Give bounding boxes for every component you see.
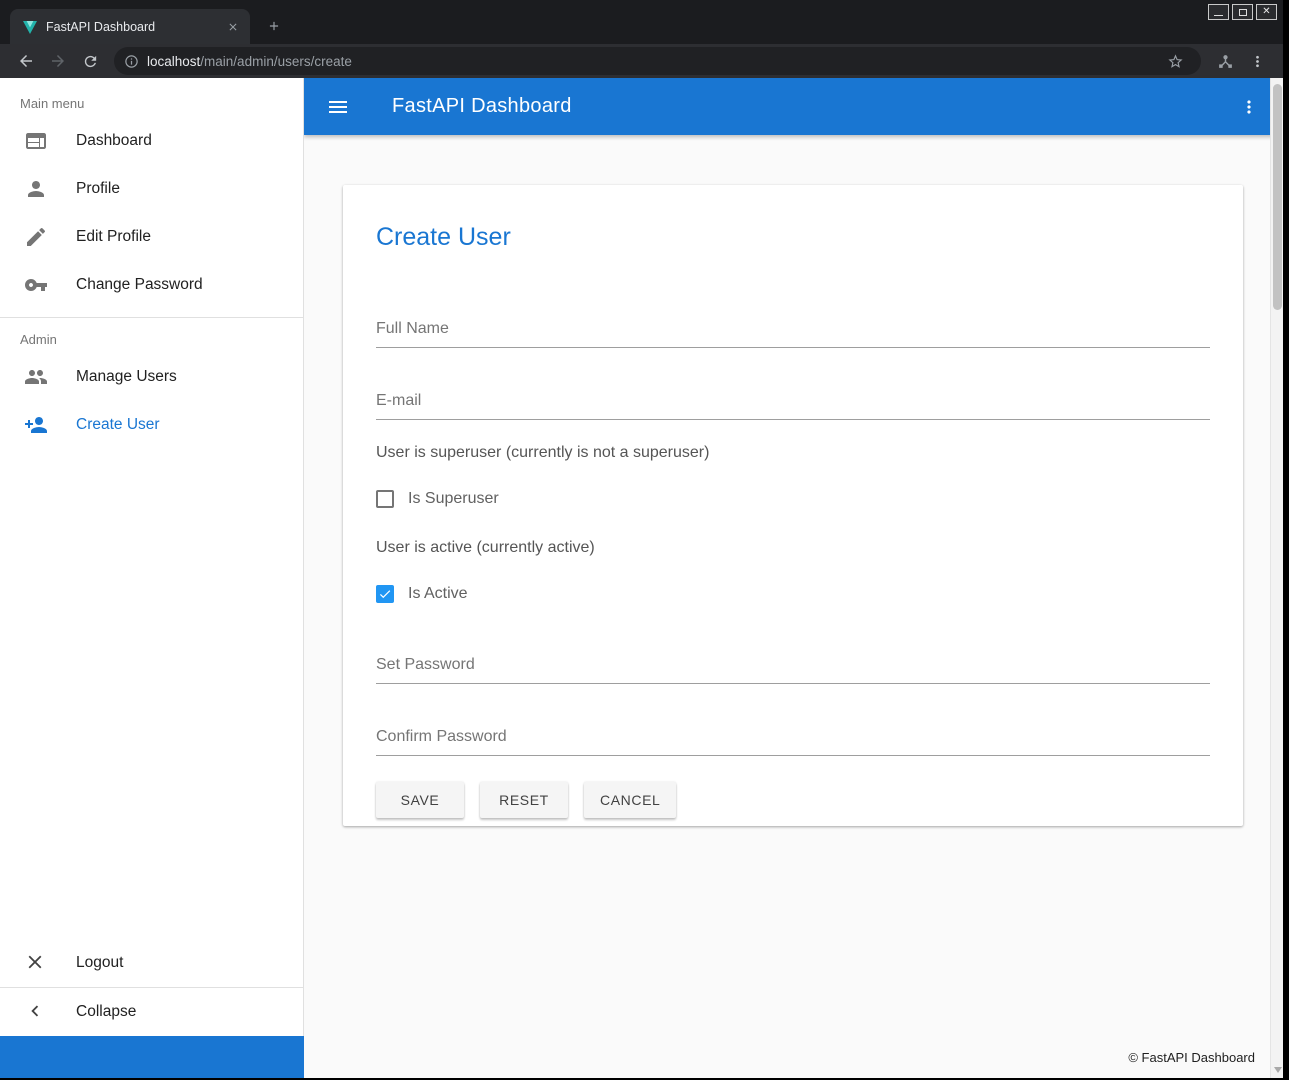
page-footer: © FastAPI Dashboard bbox=[0, 1036, 1283, 1078]
browser-menu-icon[interactable] bbox=[1243, 47, 1271, 75]
sidebar-item-label: Collapse bbox=[76, 1003, 136, 1021]
close-window-button[interactable]: ✕ bbox=[1256, 4, 1277, 20]
sidebar-section-main-menu: Main menu bbox=[0, 78, 303, 117]
dashboard-icon bbox=[24, 129, 48, 153]
browser-toolbar: localhost/main/admin/users/create bbox=[0, 44, 1283, 78]
sidebar-item-label: Edit Profile bbox=[76, 228, 151, 246]
superuser-checkbox-label: Is Superuser bbox=[408, 490, 499, 508]
sidebar: Main menu Dashboard Profile bbox=[0, 78, 304, 1036]
url-bar[interactable]: localhost/main/admin/users/create bbox=[114, 47, 1201, 75]
page-scrollbar[interactable] bbox=[1270, 78, 1283, 1078]
form-buttons: SAVE RESET CANCEL bbox=[376, 782, 1210, 818]
active-hint: User is active (currently active) bbox=[376, 539, 1210, 557]
extensions-icon[interactable] bbox=[1211, 47, 1239, 75]
maximize-button[interactable] bbox=[1232, 4, 1253, 20]
active-checkbox-row: Is Active bbox=[376, 584, 1210, 604]
info-icon[interactable] bbox=[124, 54, 139, 69]
footer-main: © FastAPI Dashboard bbox=[304, 1036, 1283, 1078]
main-area: FastAPI Dashboard Create User bbox=[304, 78, 1283, 1036]
save-button[interactable]: SAVE bbox=[376, 782, 464, 818]
copyright-text: © FastAPI Dashboard bbox=[1128, 1050, 1255, 1065]
email-input[interactable] bbox=[376, 388, 1210, 420]
tab-title: FastAPI Dashboard bbox=[46, 20, 224, 34]
sidebar-item-edit-profile[interactable]: Edit Profile bbox=[0, 213, 303, 261]
create-user-card: Create User User is superuser (currently… bbox=[343, 185, 1243, 826]
reset-button[interactable]: RESET bbox=[480, 782, 568, 818]
active-checkbox[interactable] bbox=[376, 585, 394, 603]
sidebar-item-label: Manage Users bbox=[76, 368, 177, 386]
vuetify-favicon-icon bbox=[22, 19, 38, 35]
tab-close-icon[interactable] bbox=[224, 18, 242, 36]
sidebar-item-label: Dashboard bbox=[76, 132, 152, 150]
browser-tab[interactable]: FastAPI Dashboard bbox=[10, 9, 250, 44]
cancel-button[interactable]: CANCEL bbox=[584, 782, 676, 818]
logout-x-icon bbox=[24, 951, 48, 975]
sidebar-item-dashboard[interactable]: Dashboard bbox=[0, 117, 303, 165]
sidebar-item-change-password[interactable]: Change Password bbox=[0, 261, 303, 309]
sidebar-item-label: Profile bbox=[76, 180, 120, 198]
pencil-icon bbox=[24, 225, 48, 249]
new-tab-button[interactable] bbox=[260, 12, 288, 40]
sidebar-item-logout[interactable]: Logout bbox=[0, 939, 303, 987]
superuser-hint: User is superuser (currently is not a su… bbox=[376, 444, 1210, 462]
person-add-icon bbox=[24, 413, 48, 437]
sidebar-item-create-user[interactable]: Create User bbox=[0, 401, 303, 449]
hamburger-icon[interactable] bbox=[320, 89, 356, 125]
set-password-field-wrap bbox=[376, 652, 1210, 684]
page: Main menu Dashboard Profile bbox=[0, 78, 1283, 1078]
sidebar-item-manage-users[interactable]: Manage Users bbox=[0, 353, 303, 401]
window-controls: ✕ bbox=[1208, 4, 1277, 20]
url-text: localhost/main/admin/users/create bbox=[147, 54, 1159, 69]
scrollbar-down-arrow[interactable] bbox=[1274, 1067, 1282, 1073]
scrollbar-thumb[interactable] bbox=[1273, 84, 1282, 310]
confirm-password-field-wrap bbox=[376, 724, 1210, 756]
main-content: Create User User is superuser (currently… bbox=[304, 135, 1283, 1036]
active-checkbox-label: Is Active bbox=[408, 585, 468, 603]
browser-titlebar: FastAPI Dashboard ✕ bbox=[0, 0, 1283, 44]
set-password-input[interactable] bbox=[376, 652, 1210, 684]
confirm-password-input[interactable] bbox=[376, 724, 1210, 756]
sidebar-item-label: Logout bbox=[76, 954, 123, 972]
app-bar: FastAPI Dashboard bbox=[304, 78, 1283, 135]
superuser-checkbox-row: Is Superuser bbox=[376, 489, 1210, 509]
refresh-icon[interactable] bbox=[76, 47, 104, 75]
sidebar-section-admin: Admin bbox=[0, 326, 303, 353]
checkmark-icon bbox=[378, 587, 392, 601]
app-bar-title: FastAPI Dashboard bbox=[392, 95, 572, 118]
key-icon bbox=[24, 273, 48, 297]
forward-icon[interactable] bbox=[44, 47, 72, 75]
sidebar-item-label: Create User bbox=[76, 416, 160, 434]
footer-sidebar-strip bbox=[0, 1036, 304, 1078]
email-field-wrap bbox=[376, 388, 1210, 420]
chevron-left-icon bbox=[24, 1000, 48, 1024]
full-name-field-wrap bbox=[376, 316, 1210, 348]
sidebar-item-profile[interactable]: Profile bbox=[0, 165, 303, 213]
star-bookmark-icon[interactable] bbox=[1161, 47, 1189, 75]
overflow-menu-icon[interactable] bbox=[1231, 89, 1267, 125]
group-icon bbox=[24, 365, 48, 389]
browser-window: FastAPI Dashboard ✕ localhost/ bbox=[0, 0, 1283, 1078]
url-host: localhost bbox=[147, 54, 200, 69]
page-title: Create User bbox=[376, 223, 1210, 252]
url-path: /main/admin/users/create bbox=[200, 54, 352, 69]
sidebar-item-label: Change Password bbox=[76, 276, 203, 294]
superuser-checkbox[interactable] bbox=[376, 490, 394, 508]
full-name-input[interactable] bbox=[376, 316, 1210, 348]
minimize-button[interactable] bbox=[1208, 4, 1229, 20]
sidebar-divider bbox=[0, 317, 303, 318]
person-icon bbox=[24, 177, 48, 201]
back-icon[interactable] bbox=[12, 47, 40, 75]
sidebar-item-collapse[interactable]: Collapse bbox=[0, 988, 303, 1036]
